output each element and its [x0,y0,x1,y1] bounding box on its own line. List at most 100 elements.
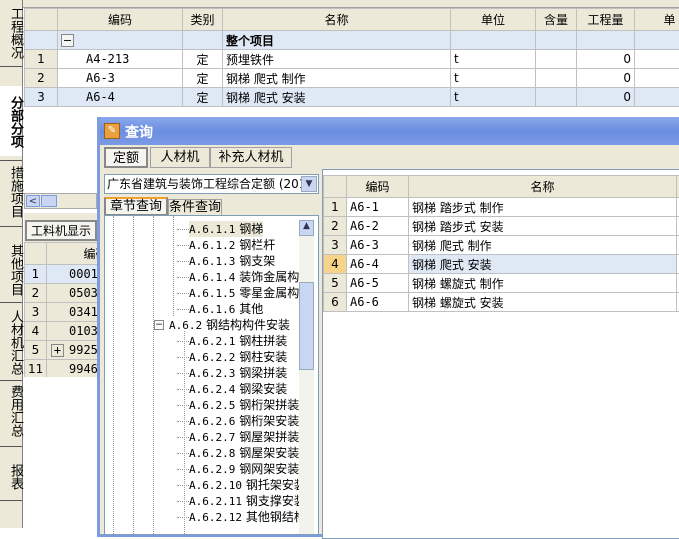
tree-node[interactable]: A.6.2.6 钢桁架安装 [189,413,299,429]
table-row[interactable]: 3A6-3钢梯 爬式 制作 [324,236,679,255]
row-code[interactable]: A6-4 [347,255,409,274]
tree-node[interactable]: A.6.2.8 钢屋架安装 [189,445,299,461]
table-row[interactable]: 4A6-4钢梯 爬式 安装 [324,255,679,274]
collapse-button[interactable]: − [61,34,74,47]
col-header-price[interactable]: 单 [635,9,679,31]
row-content[interactable] [536,50,577,69]
row-unit[interactable]: t [451,50,536,69]
side-tab-6[interactable]: 报表 [0,456,22,496]
tab-supplement[interactable]: 补充人材机 [210,147,292,168]
tree-node[interactable]: A.6.2.12 其他钢结构 [189,509,306,525]
table-row[interactable]: 2A6-3定钢梯 爬式 制作t0 [25,69,679,88]
row-code[interactable]: A6-1 [347,198,409,217]
tree-node[interactable]: A.6.2.5 钢桁架拼装 [189,397,299,413]
col-header-content[interactable]: 含量 [536,9,577,31]
table-row[interactable]: 5A6-5钢梯 螺旋式 制作 [324,274,679,293]
row-name[interactable]: 钢梯 爬式 安装 [223,88,451,107]
row-price[interactable] [635,50,679,69]
col-header-name[interactable]: 名称 [223,9,451,31]
scroll-thumb[interactable] [41,195,57,207]
side-tab-1[interactable]: 分部分项 [0,86,22,156]
col-header-code[interactable]: 编码 [58,9,183,31]
side-tab-5[interactable]: 费用汇总 [0,378,22,442]
row-code[interactable]: A4-213 [58,50,183,69]
row-code[interactable]: A6-5 [347,274,409,293]
row-content[interactable] [536,88,577,107]
row-quantity[interactable]: 0 [577,69,635,88]
table-row[interactable]: 1A6-1钢梯 踏步式 制作 [324,198,679,217]
side-tab-2[interactable]: 措施项目 [0,160,22,222]
col-header-name[interactable]: 名称 [409,176,677,198]
row-unit[interactable]: t [451,88,536,107]
table-row[interactable]: 6A6-6钢梯 螺旋式 安装 [324,293,679,312]
row-name[interactable]: 钢梯 螺旋式 制作 [409,274,677,293]
row-code[interactable]: A6-4 [58,88,183,107]
col-header-quantity[interactable]: 工程量 [577,9,635,31]
tree-node[interactable]: A.6.2.10 钢托架安装 [189,477,306,493]
row-name[interactable]: 钢梯 螺旋式 安装 [409,293,677,312]
tree-node[interactable]: A.6.2.7 钢屋架拼装 [189,429,299,445]
table-row[interactable]: 3A6-4定钢梯 爬式 安装t0 [25,88,679,107]
row-name[interactable]: 钢梯 踏步式 安装 [409,217,677,236]
tree-node[interactable]: A.6.1.6 其他 [189,301,263,317]
table-row[interactable]: 1A4-213定预埋铁件t0 [25,50,679,69]
tree-node[interactable]: A.6.2.11 钢支撑安装 [189,493,306,509]
tree-node[interactable]: A.6.2.1 钢柱拼装 [189,333,287,349]
tree-node[interactable]: A.6.1.1 钢梯 [189,221,263,237]
row-content[interactable] [536,69,577,88]
tab-chapter-query[interactable]: 章节查询 [104,197,168,216]
row-name[interactable]: 钢梯 踏步式 制作 [409,198,677,217]
row-type[interactable]: 定 [183,88,223,107]
scroll-thumb[interactable] [299,282,314,370]
tree-node[interactable]: A.6.2.4 钢梁安装 [189,381,287,397]
expand-button[interactable]: + [51,344,64,357]
row-code[interactable]: A6-2 [347,217,409,236]
tab-labor-material[interactable]: 人材机 [150,147,210,168]
tree-node[interactable]: A.6.2.2 钢柱安装 [189,349,287,365]
row-price[interactable] [635,69,679,88]
tree-node[interactable]: A.6.2.9 钢网架安装 [189,461,299,477]
tab-quota[interactable]: 定额 [104,147,148,168]
tree-node[interactable]: A.6.1.5 零星金属构 [189,285,299,301]
tree-node[interactable]: A.6.1.4 装饰金属构 [189,269,299,285]
row-code[interactable]: A6-6 [347,293,409,312]
tab-condition-query[interactable]: 条件查询 [168,199,222,216]
side-tab-3[interactable]: 其他项目 [0,240,22,298]
table-row[interactable]: 2A6-2钢梯 踏步式 安装 [324,217,679,236]
quota-dropdown[interactable]: 广东省建筑与装饰工程综合定额 (201 ▼ [104,174,319,194]
row-name[interactable]: 钢梯 爬式 安装 [409,255,677,274]
dialog-titlebar[interactable]: ✎ 查询 [100,117,679,145]
scroll-up-icon[interactable]: ▲ [299,220,314,236]
row-quantity[interactable]: 0 [577,88,635,107]
row-number: 4 [324,255,347,274]
row-number: 3 [324,236,347,255]
tab-material-display[interactable]: 工料机显示 [25,220,97,241]
tree-node[interactable]: A.6.1.3 钢支架 [189,253,275,269]
tree-node[interactable]: A.6.1.2 钢栏杆 [189,237,275,253]
chevron-down-icon[interactable]: ▼ [301,176,317,192]
collapse-icon[interactable]: − [154,320,164,330]
side-tab-0[interactable]: 工程概况 [0,2,22,62]
horizontal-scrollbar[interactable]: < [24,193,97,209]
row-name[interactable]: 钢梯 爬式 制作 [223,69,451,88]
scroll-left-icon[interactable]: < [26,195,40,207]
side-tab-4[interactable]: 人材机汇总 [0,306,22,376]
col-header-code[interactable]: 编码 [347,176,409,198]
col-header-type[interactable]: 类别 [183,9,223,31]
row-type[interactable]: 定 [183,69,223,88]
row-number: 1 [25,265,47,284]
node-code: A.6.2.10 [189,479,242,492]
tree-node[interactable]: A.6.2 钢结构构件安装 [169,317,290,333]
tree-node[interactable]: A.6.2.3 钢梁拼装 [189,365,287,381]
row-type[interactable]: 定 [183,50,223,69]
row-unit[interactable]: t [451,69,536,88]
row-code[interactable]: A6-3 [347,236,409,255]
row-price[interactable] [635,88,679,107]
row-quantity[interactable]: 0 [577,50,635,69]
row-code[interactable]: A6-3 [58,69,183,88]
row-name[interactable]: 钢梯 爬式 制作 [409,236,677,255]
col-header-unit[interactable]: 单位 [451,9,536,31]
group-row[interactable]: − 整个项目 [25,31,679,50]
row-name[interactable]: 预埋铁件 [223,50,451,69]
tree-scrollbar[interactable]: ▲ [299,220,314,535]
